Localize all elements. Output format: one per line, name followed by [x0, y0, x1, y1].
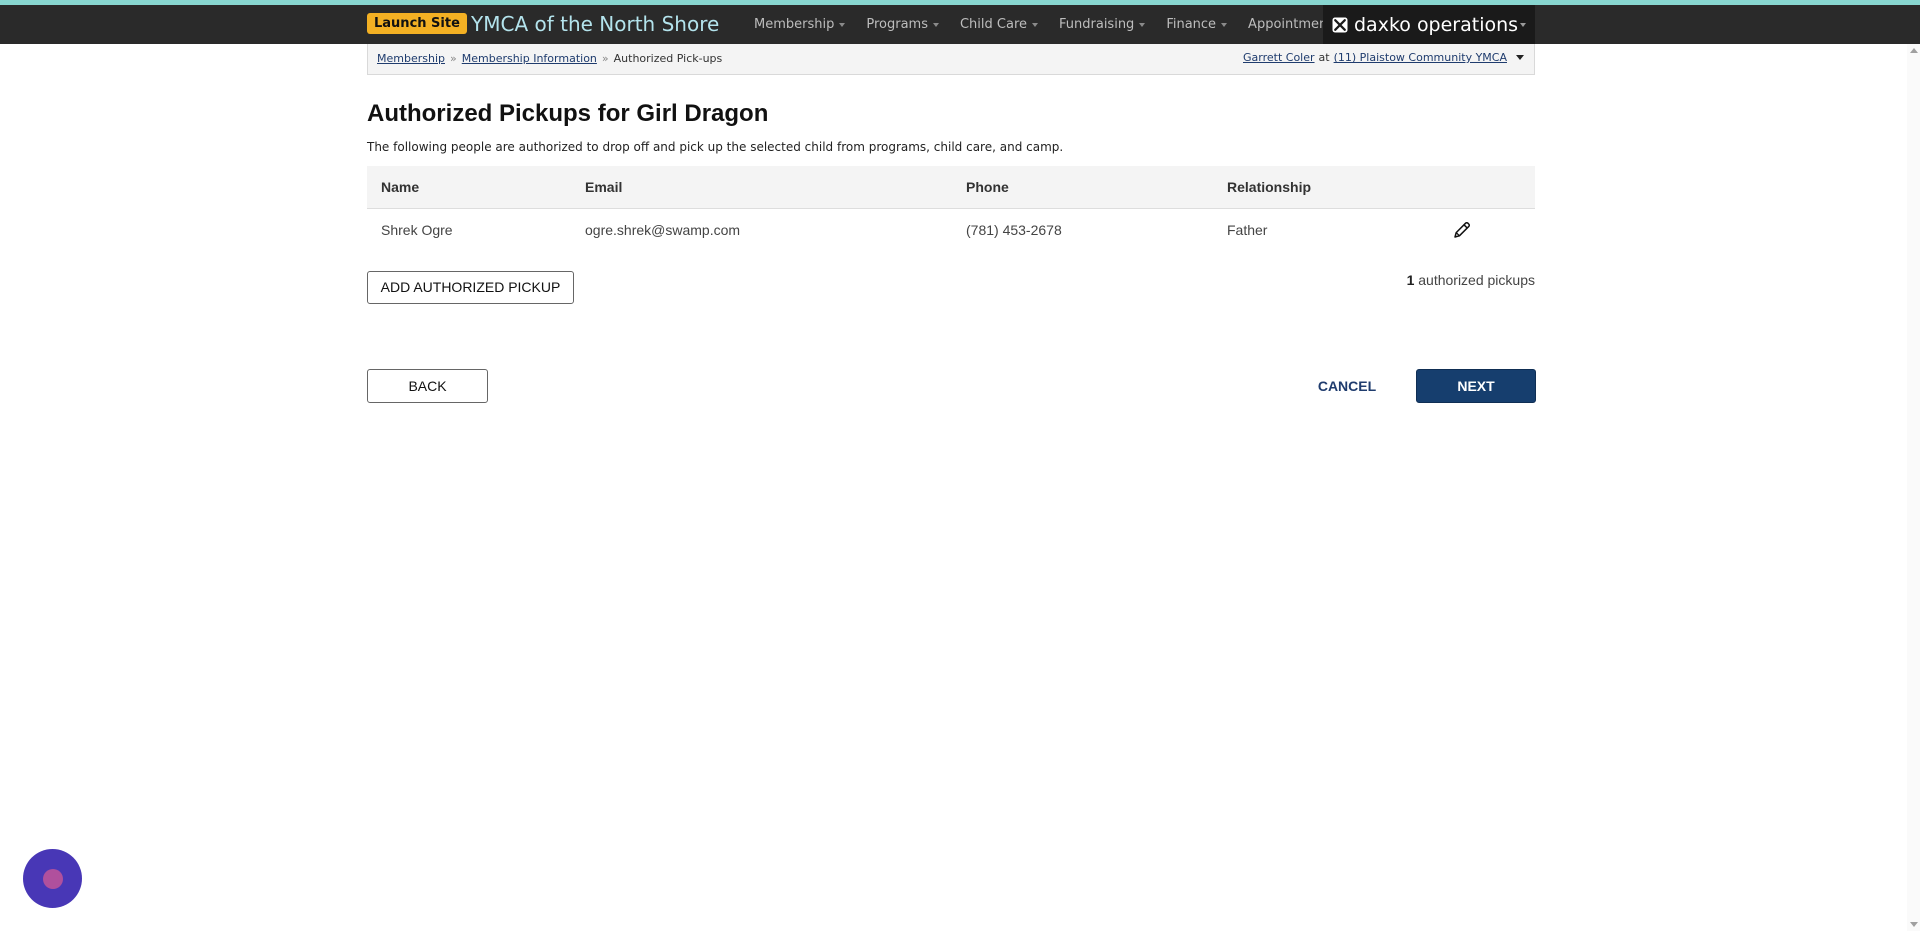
launch-site-button[interactable]: Launch Site	[367, 13, 467, 34]
nav-child-care[interactable]: Child Care	[959, 5, 1039, 44]
pickup-email: ogre.shrek@swamp.com	[585, 222, 741, 238]
add-authorized-pickup-button[interactable]: ADD AUTHORIZED PICKUP	[367, 271, 574, 304]
top-navigation-bar: Launch Site YMCA of the North Shore Memb…	[0, 5, 1920, 44]
breadcrumb-bar: Membership » Membership Information » Au…	[367, 44, 1535, 75]
authorized-pickups-table: Name Email Phone Relationship Shrek Ogre…	[367, 166, 1535, 251]
table-header: Name Email Phone Relationship	[367, 166, 1535, 209]
nav-fundraising-label: Fundraising	[1059, 17, 1135, 32]
page-scrollbar[interactable]	[1907, 44, 1920, 931]
nav-programs[interactable]: Programs	[866, 5, 939, 44]
envelope-x-icon	[1332, 17, 1348, 32]
breadcrumb-membership-information[interactable]: Membership Information	[462, 52, 597, 65]
scroll-up-arrow-icon[interactable]	[1910, 48, 1918, 53]
top-navigation-inner: Launch Site YMCA of the North Shore Memb…	[367, 5, 1535, 44]
nav-fundraising[interactable]: Fundraising	[1059, 5, 1146, 44]
nav-finance-label: Finance	[1166, 17, 1217, 32]
user-context: Garrett Coler at (11) Plaistow Community…	[1243, 51, 1524, 64]
column-header-phone: Phone	[966, 179, 1009, 195]
breadcrumb: Membership » Membership Information » Au…	[377, 52, 722, 65]
cancel-button[interactable]: CANCEL	[1307, 369, 1387, 403]
column-header-email: Email	[585, 179, 623, 195]
column-header-name: Name	[381, 179, 420, 195]
chevron-down-icon	[1221, 22, 1228, 27]
main-nav: Membership Programs Child Care Fundraisi…	[754, 5, 1371, 44]
column-header-relationship: Relationship	[1227, 179, 1312, 195]
chevron-down-icon	[932, 22, 939, 27]
user-link[interactable]: Garrett Coler	[1243, 51, 1315, 64]
breadcrumb-membership[interactable]: Membership	[377, 52, 445, 65]
breadcrumb-current: Authorized Pick-ups	[613, 52, 723, 65]
nav-programs-label: Programs	[866, 17, 928, 32]
brand-name: daxko operations	[1354, 13, 1519, 36]
nav-membership[interactable]: Membership	[754, 5, 846, 44]
chevron-down-icon	[1520, 22, 1527, 27]
next-button[interactable]: NEXT	[1416, 369, 1536, 403]
nav-child-care-label: Child Care	[959, 17, 1028, 32]
brand-menu[interactable]: daxko operations	[1323, 5, 1535, 44]
chat-icon	[42, 868, 63, 889]
scroll-down-arrow-icon[interactable]	[1910, 922, 1918, 927]
pencil-icon[interactable]	[1452, 220, 1472, 240]
location-dropdown-icon[interactable]	[1516, 55, 1524, 60]
pickup-phone: (781) 453-2678	[966, 222, 1062, 238]
nav-membership-label: Membership	[754, 17, 835, 32]
user-at-text: at	[1318, 51, 1330, 64]
pickup-name: Shrek Ogre	[381, 222, 453, 238]
chat-launcher-button[interactable]	[23, 849, 82, 908]
chevron-down-icon	[839, 22, 846, 27]
chevron-down-icon	[1032, 22, 1039, 27]
page-description: The following people are authorized to d…	[367, 140, 1064, 154]
location-link[interactable]: (11) Plaistow Community YMCA	[1334, 51, 1507, 64]
pickup-relationship: Father	[1227, 222, 1268, 238]
back-button[interactable]: BACK	[367, 369, 488, 403]
authorized-pickups-count: 1 authorized pickups	[1407, 272, 1535, 288]
page-title: Authorized Pickups for Girl Dragon	[367, 100, 769, 127]
table-row: Shrek Ogre ogre.shrek@swamp.com (781) 45…	[367, 209, 1535, 251]
breadcrumb-separator: »	[450, 52, 457, 65]
nav-finance[interactable]: Finance	[1166, 5, 1228, 44]
chevron-down-icon	[1139, 22, 1146, 27]
authorized-pickups-count-text: authorized pickups	[1414, 272, 1535, 288]
organization-name[interactable]: YMCA of the North Shore	[471, 11, 719, 37]
breadcrumb-separator: »	[601, 52, 609, 65]
